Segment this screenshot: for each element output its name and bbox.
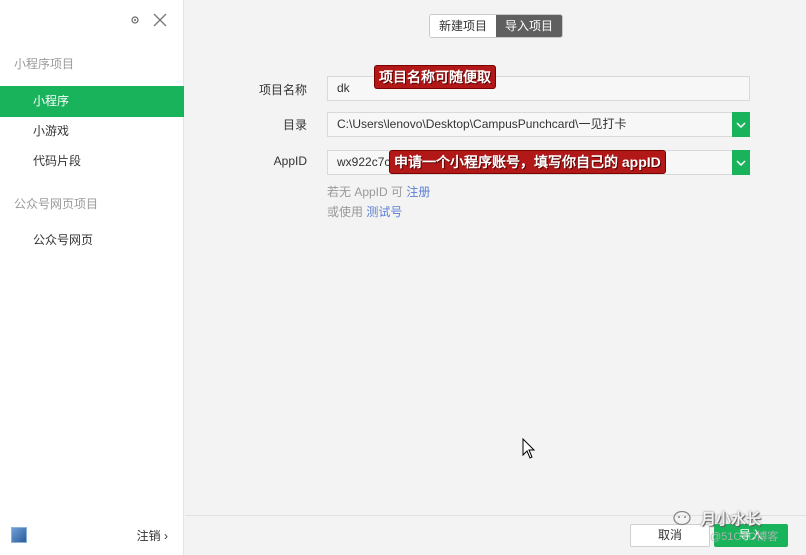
directory-dropdown-button[interactable] <box>732 112 750 137</box>
register-hint: 若无 AppID 可 注册 <box>327 183 430 200</box>
appid-dropdown-button[interactable] <box>732 150 750 175</box>
import-button[interactable]: 导入 <box>714 524 788 547</box>
directory-value: C:\Users\lenovo\Desktop\CampusPunchcard\… <box>337 117 627 131</box>
appid-value: wx922c7c <box>337 155 391 169</box>
appid-label: AppID <box>273 154 307 168</box>
close-icon[interactable] <box>152 12 168 28</box>
register-hint-text: 若无 AppID 可 <box>327 185 404 199</box>
project-name-value: dk <box>337 81 350 95</box>
bottom-bar <box>185 515 806 555</box>
project-tabs: 新建项目 导入项目 <box>429 14 564 38</box>
sidebar-item-oa-webpage[interactable]: 公众号网页 <box>0 225 184 256</box>
avatar[interactable] <box>11 527 27 543</box>
directory-select[interactable]: C:\Users\lenovo\Desktop\CampusPunchcard\… <box>327 112 750 137</box>
tab-import-project[interactable]: 导入项目 <box>496 15 563 37</box>
sidebar-item-miniprogram[interactable]: 小程序 <box>0 86 184 117</box>
test-account-hint: 或使用 测试号 <box>327 203 402 220</box>
directory-label: 目录 <box>282 118 307 132</box>
logout-button[interactable]: 注销 › <box>137 527 168 544</box>
annotation-appid: 申请一个小程序账号，填写你自己的 appID <box>390 151 665 173</box>
section-title-official-account: 公众号网页项目 <box>14 197 99 211</box>
test-account-hint-text: 或使用 <box>327 205 364 219</box>
tab-new-project[interactable]: 新建项目 <box>430 15 497 37</box>
sidebar-item-minigame[interactable]: 小游戏 <box>0 116 184 147</box>
window-controls <box>130 12 168 28</box>
gear-icon[interactable] <box>130 15 140 25</box>
sidebar-footer: 注销 › <box>0 515 184 555</box>
section-title-miniprogram: 小程序项目 <box>14 57 75 71</box>
register-link[interactable]: 注册 <box>406 185 430 199</box>
cursor-icon <box>522 438 536 459</box>
test-account-link[interactable]: 测试号 <box>366 205 402 219</box>
chevron-down-icon <box>736 159 746 166</box>
chevron-down-icon <box>736 121 746 128</box>
cancel-button[interactable]: 取消 <box>630 524 710 547</box>
annotation-project-name: 项目名称可随便取 <box>375 66 495 88</box>
sidebar: 小程序项目 小程序 小游戏 代码片段 公众号网页项目 公众号网页 注销 › <box>0 0 184 555</box>
project-name-label: 项目名称 <box>258 83 307 97</box>
sidebar-item-code-snippet[interactable]: 代码片段 <box>0 146 184 177</box>
